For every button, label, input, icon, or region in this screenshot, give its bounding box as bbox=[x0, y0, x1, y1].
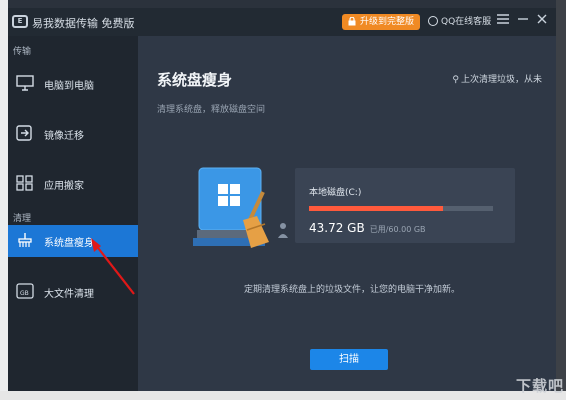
sidebar-item-system-slim[interactable]: 系统盘瘦身 bbox=[8, 225, 138, 257]
sidebar: 传输 电脑到电脑 镜像迁移 应用搬家 清理 系统盘瘦身 GB 大文件清理 bbox=[8, 36, 138, 391]
sidebar-item-image-migrate[interactable]: 镜像迁移 bbox=[8, 118, 138, 150]
app-window: E 易我数据传输 免费版 升级到完整版 QQ在线客服 传输 电脑到电脑 镜像迁移… bbox=[8, 8, 556, 391]
qq-support-link[interactable]: QQ在线客服 bbox=[428, 14, 491, 30]
section-transfer-label: 传输 bbox=[13, 47, 32, 57]
svg-text:GB: GB bbox=[20, 290, 29, 297]
qq-icon bbox=[428, 16, 438, 26]
app-title: 易我数据传输 免费版 bbox=[32, 17, 135, 30]
sidebar-item-label: 应用搬家 bbox=[44, 181, 84, 192]
drive-used-value: 43.72 GB bbox=[309, 221, 365, 235]
sidebar-item-app-move[interactable]: 应用搬家 bbox=[8, 168, 138, 200]
disk-clean-illustration-icon bbox=[193, 167, 288, 248]
section-clean-label: 清理 bbox=[13, 214, 32, 224]
sidebar-item-label: 大文件清理 bbox=[44, 289, 94, 300]
qq-support-label: QQ在线客服 bbox=[441, 17, 492, 27]
close-icon[interactable] bbox=[535, 14, 549, 28]
sidebar-item-large-file[interactable]: GB 大文件清理 bbox=[8, 276, 138, 308]
drive-usage-bar bbox=[309, 206, 493, 211]
drive-usage-fill bbox=[309, 206, 444, 211]
sidebar-item-pc-to-pc[interactable]: 电脑到电脑 bbox=[8, 68, 138, 100]
broom-icon bbox=[18, 233, 32, 247]
image-migrate-icon bbox=[16, 125, 32, 141]
drive-used-suffix: 已用/60.00 GB bbox=[369, 225, 426, 234]
broom-small-icon: ⚲ bbox=[452, 75, 459, 85]
app-logo-icon: E bbox=[12, 15, 28, 28]
sidebar-item-label: 镜像迁移 bbox=[44, 131, 84, 142]
page-subtitle: 清理系统盘，释放磁盘空间 bbox=[157, 105, 266, 115]
minimize-icon[interactable] bbox=[516, 14, 530, 28]
watermark: 下载吧 bbox=[515, 377, 564, 395]
menu-icon[interactable] bbox=[496, 14, 510, 28]
upgrade-label: 升级到完整版 bbox=[360, 17, 415, 27]
drive-usage-text: 43.72 GB 已用/60.00 GB bbox=[309, 221, 426, 235]
desktop-left-edge bbox=[0, 0, 8, 400]
scan-button[interactable]: 扫描 bbox=[310, 349, 388, 370]
last-clean-status: ⚲ 上次清理垃圾，从未 bbox=[452, 72, 542, 85]
drive-name: 本地磁盘(C:) bbox=[309, 188, 362, 198]
page-title: 系统盘瘦身 bbox=[157, 71, 233, 89]
large-file-icon: GB bbox=[16, 283, 34, 299]
description-text: 定期清理系统盘上的垃圾文件，让您的电脑干净加新。 bbox=[244, 285, 461, 295]
lock-icon bbox=[348, 17, 356, 26]
last-clean-text: 上次清理垃圾，从未 bbox=[460, 75, 542, 85]
main-panel: 系统盘瘦身 ⚲ 上次清理垃圾，从未 清理系统盘，释放磁盘空间 本地磁盘(C:) 4 bbox=[138, 36, 556, 391]
monitor-icon bbox=[16, 75, 34, 91]
sidebar-item-label: 系统盘瘦身 bbox=[44, 238, 94, 249]
desktop-right-edge bbox=[556, 0, 566, 400]
apps-grid-icon bbox=[16, 175, 33, 191]
desktop-bottom-edge bbox=[0, 391, 566, 400]
upgrade-button[interactable]: 升级到完整版 bbox=[342, 14, 420, 30]
drive-card: 本地磁盘(C:) 43.72 GB 已用/60.00 GB bbox=[295, 168, 515, 243]
sidebar-item-label: 电脑到电脑 bbox=[44, 81, 94, 92]
title-bar: E 易我数据传输 免费版 升级到完整版 QQ在线客服 bbox=[8, 8, 556, 36]
